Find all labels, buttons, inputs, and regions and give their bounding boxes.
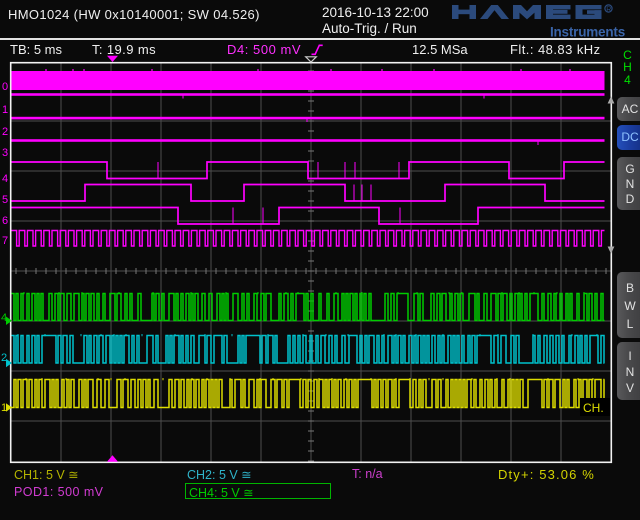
svg-text:7: 7 (2, 235, 8, 247)
svg-text:Instruments: Instruments (550, 25, 625, 40)
svg-text:1: 1 (2, 104, 8, 116)
svg-text:0: 0 (2, 81, 8, 93)
svg-text:R: R (606, 6, 611, 13)
svg-text:2: 2 (2, 126, 8, 138)
svg-text:6: 6 (2, 215, 8, 227)
svg-text:4: 4 (2, 173, 8, 185)
svg-text:3: 3 (2, 147, 8, 159)
svg-text:5: 5 (2, 194, 8, 206)
svg-text:CH.: CH. (583, 401, 604, 415)
